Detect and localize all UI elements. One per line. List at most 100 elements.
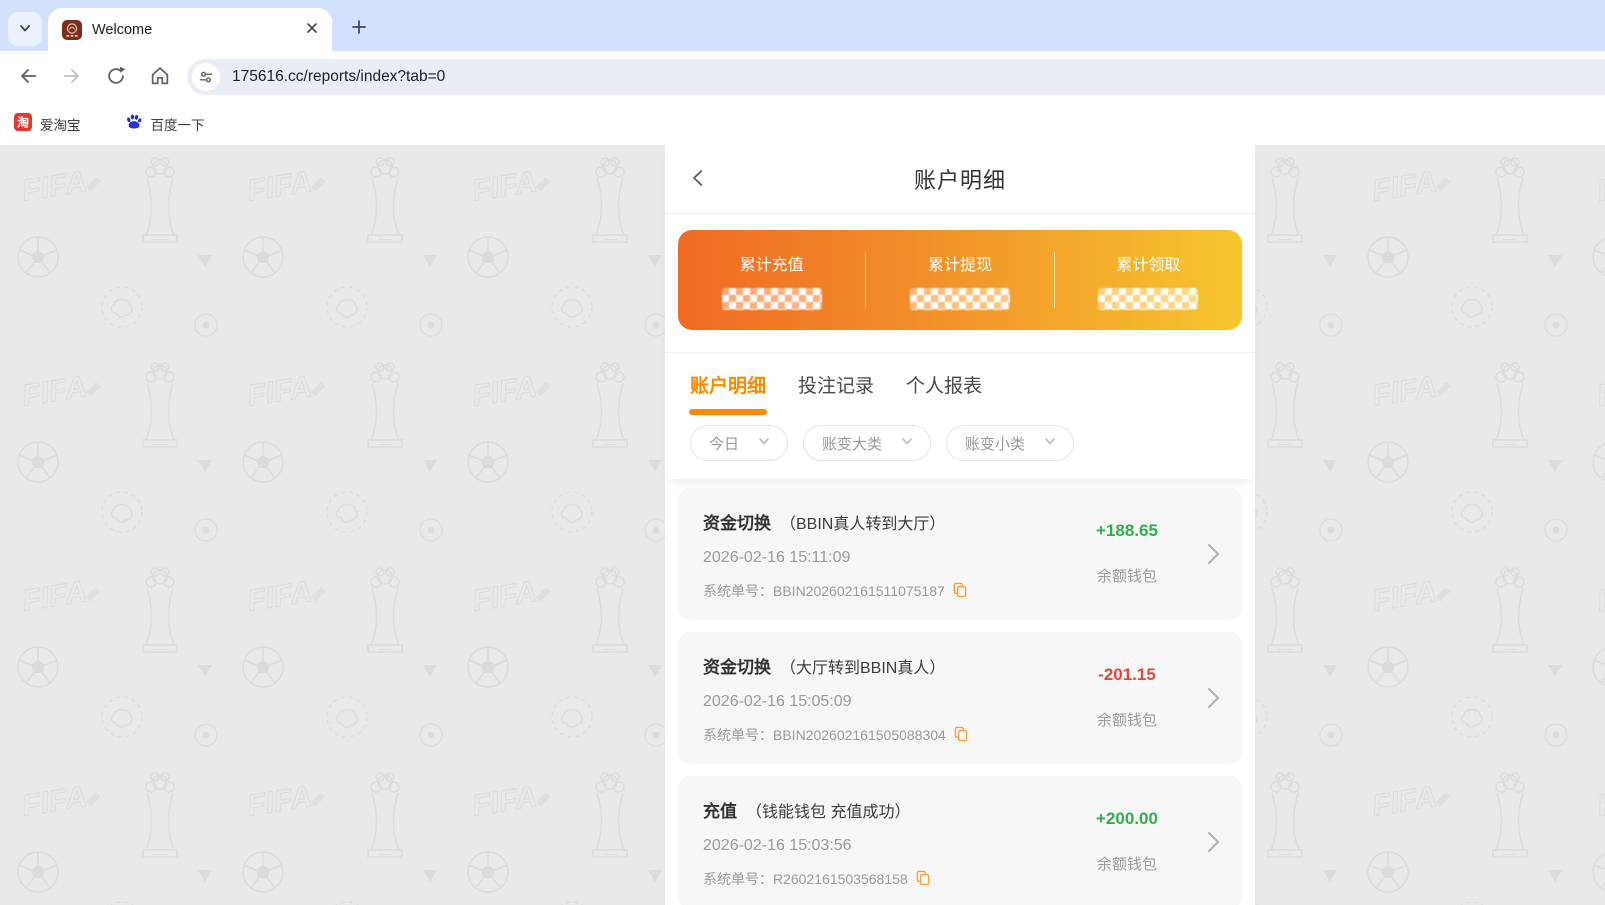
masked-value xyxy=(722,288,822,310)
new-tab-button[interactable] xyxy=(344,13,374,43)
stat-label: 累计领取 xyxy=(1116,251,1180,275)
taobao-icon: 淘 xyxy=(14,113,32,136)
bookmarks-bar: 淘 爱淘宝 百度一下 xyxy=(0,103,1605,145)
home-button[interactable] xyxy=(138,55,182,99)
order-number: BBIN202602161505088304 xyxy=(773,727,946,743)
forward-button[interactable] xyxy=(50,55,94,99)
transaction-wallet: 余额钱包 xyxy=(1097,565,1157,586)
copy-icon xyxy=(915,870,930,889)
tab-label: 个人报表 xyxy=(906,376,982,397)
site-favicon-icon xyxy=(62,20,82,40)
stat-total-deposit: 累计充值 xyxy=(678,230,865,330)
page-title: 账户明细 xyxy=(914,163,1006,195)
stat-label: 累计充值 xyxy=(740,251,804,275)
masked-value xyxy=(1098,288,1198,310)
order-label: 系统单号： xyxy=(703,869,773,889)
chevron-down-icon xyxy=(1043,434,1057,453)
chevron-down-icon xyxy=(900,434,914,453)
filter-label: 账变大类 xyxy=(822,433,882,454)
back-button[interactable] xyxy=(6,55,50,99)
transaction-row[interactable]: 资金切换 （大厅转到BBIN真人） 2026-02-16 15:05:09 系统… xyxy=(678,632,1242,764)
site-info-button[interactable] xyxy=(192,63,220,91)
transaction-row[interactable]: 充值 （钱能钱包 充值成功） 2026-02-16 15:03:56 系统单号：… xyxy=(678,776,1242,905)
bookmark-label: 百度一下 xyxy=(151,114,205,134)
plus-icon xyxy=(351,19,367,38)
copy-order-button[interactable] xyxy=(952,582,967,601)
filter-minor-category-dropdown[interactable]: 账变小类 xyxy=(946,425,1074,461)
tune-icon xyxy=(198,69,214,85)
transaction-info: 资金切换 （BBIN真人转到大厅） 2026-02-16 15:11:09 系统… xyxy=(703,509,1072,602)
order-number: BBIN202602161511075187 xyxy=(773,583,945,599)
browser-toolbar: 175616.cc/reports/index?tab=0 xyxy=(0,51,1605,103)
transaction-amount-block: +188.65 余额钱包 xyxy=(1072,509,1182,602)
transaction-type: 充值 xyxy=(703,797,737,822)
page-back-button[interactable] xyxy=(681,161,717,197)
page-viewport: FIFA xyxy=(0,145,1605,905)
filter-label: 账变小类 xyxy=(965,433,1025,454)
arrow-left-icon xyxy=(17,65,39,90)
tab-label: 账户明细 xyxy=(690,376,766,397)
main-panel: 账户明细 累计充值 累计提现 累计领取 xyxy=(665,145,1255,905)
tab-title: Welcome xyxy=(92,22,292,38)
transaction-note: （BBIN真人转到大厅） xyxy=(780,510,945,534)
chevron-down-icon xyxy=(18,21,32,38)
browser-tab-strip: Welcome xyxy=(0,0,1605,51)
report-tabs: 账户明细 投注记录 个人报表 xyxy=(665,353,1255,425)
tab-close-button[interactable] xyxy=(302,20,322,40)
panel-header-block: 账户明细 累计充值 累计提现 累计领取 xyxy=(665,145,1255,479)
transaction-amount-block: +200.00 余额钱包 xyxy=(1072,797,1182,890)
reload-button[interactable] xyxy=(94,55,138,99)
close-icon xyxy=(306,22,318,37)
order-number: R2602161503568158 xyxy=(773,871,908,887)
tab-search-button[interactable] xyxy=(8,12,42,46)
chevron-right-icon xyxy=(1202,685,1224,711)
transaction-note: （大厅转到BBIN真人） xyxy=(780,654,945,678)
bookmark-baidu[interactable]: 百度一下 xyxy=(125,113,205,136)
bookmark-label: 爱淘宝 xyxy=(40,114,81,134)
baidu-icon xyxy=(125,113,143,136)
copy-order-button[interactable] xyxy=(915,870,930,889)
svg-text:淘: 淘 xyxy=(17,114,29,129)
url-text: 175616.cc/reports/index?tab=0 xyxy=(232,68,445,86)
tab-account-detail[interactable]: 账户明细 xyxy=(690,371,766,425)
tab-personal-report[interactable]: 个人报表 xyxy=(906,371,982,425)
transaction-type: 资金切换 xyxy=(703,653,771,678)
filters-row: 今日 账变大类 账变小类 xyxy=(665,425,1255,479)
stats-card: 累计充值 累计提现 累计领取 xyxy=(678,230,1242,330)
chevron-right-icon xyxy=(1202,829,1224,855)
chevron-left-icon xyxy=(688,167,710,192)
masked-value xyxy=(910,288,1010,310)
transaction-amount: +200.00 xyxy=(1096,809,1158,829)
transaction-note: （钱能钱包 充值成功） xyxy=(746,798,910,822)
filter-date-dropdown[interactable]: 今日 xyxy=(690,425,788,461)
stats-section: 累计充值 累计提现 累计领取 xyxy=(665,214,1255,353)
transaction-datetime: 2026-02-16 15:11:09 xyxy=(703,549,1072,567)
transaction-amount: -201.15 xyxy=(1098,665,1156,685)
copy-icon xyxy=(953,726,968,745)
filter-major-category-dropdown[interactable]: 账变大类 xyxy=(803,425,931,461)
transaction-amount: +188.65 xyxy=(1096,521,1158,541)
filter-label: 今日 xyxy=(709,433,739,454)
transaction-info: 充值 （钱能钱包 充值成功） 2026-02-16 15:03:56 系统单号：… xyxy=(703,797,1072,890)
transaction-info: 资金切换 （大厅转到BBIN真人） 2026-02-16 15:05:09 系统… xyxy=(703,653,1072,746)
browser-tab[interactable]: Welcome xyxy=(48,8,332,51)
transaction-datetime: 2026-02-16 15:05:09 xyxy=(703,693,1072,711)
reload-icon xyxy=(105,65,127,90)
tab-bet-records[interactable]: 投注记录 xyxy=(798,371,874,425)
arrow-right-icon xyxy=(61,65,83,90)
transaction-amount-block: -201.15 余额钱包 xyxy=(1072,653,1182,746)
copy-order-button[interactable] xyxy=(953,726,968,745)
address-bar[interactable]: 175616.cc/reports/index?tab=0 xyxy=(187,59,1605,95)
chevron-right-icon xyxy=(1202,541,1224,567)
tab-label: 投注记录 xyxy=(798,376,874,397)
order-label: 系统单号： xyxy=(703,725,773,745)
page-header: 账户明细 xyxy=(665,145,1255,214)
transaction-type: 资金切换 xyxy=(703,509,771,534)
bookmark-taobao[interactable]: 淘 爱淘宝 xyxy=(14,113,81,136)
chevron-down-icon xyxy=(757,434,771,453)
transaction-list: 资金切换 （BBIN真人转到大厅） 2026-02-16 15:11:09 系统… xyxy=(665,479,1255,905)
order-label: 系统单号： xyxy=(703,581,773,601)
transaction-row[interactable]: 资金切换 （BBIN真人转到大厅） 2026-02-16 15:11:09 系统… xyxy=(678,488,1242,620)
active-tab-underline xyxy=(689,409,767,415)
stat-total-claim: 累计领取 xyxy=(1055,230,1242,330)
